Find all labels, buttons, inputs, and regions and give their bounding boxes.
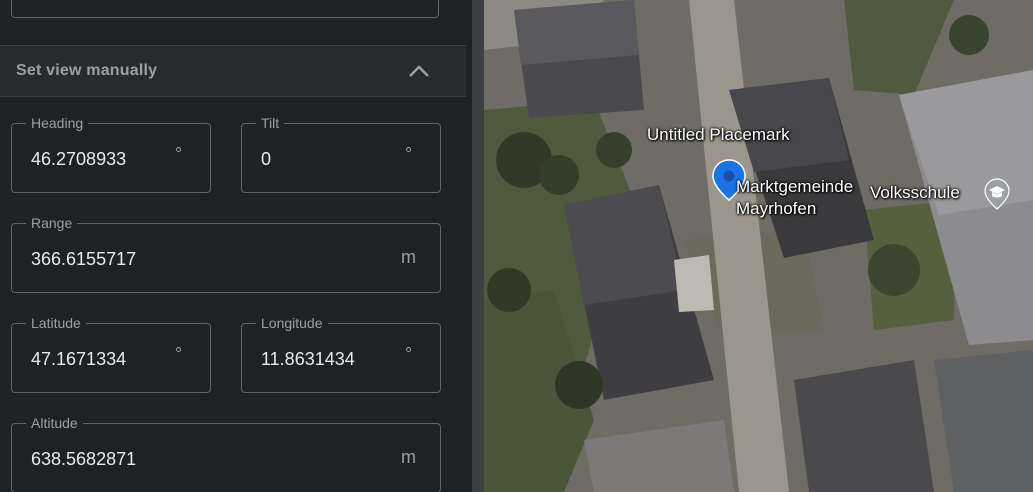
place-label-line2: Mayrhofen xyxy=(736,199,817,218)
longitude-label: Longitude xyxy=(256,315,328,331)
placemark-label[interactable]: Untitled Placemark xyxy=(647,124,790,146)
latitude-input[interactable] xyxy=(31,348,181,370)
previous-field[interactable] xyxy=(11,0,439,18)
collapse-button[interactable] xyxy=(402,56,436,86)
section-title: Set view manually xyxy=(16,62,158,79)
range-input[interactable] xyxy=(31,248,181,270)
longitude-field[interactable]: Longitude ° xyxy=(241,315,441,393)
panel-resize-handle[interactable] xyxy=(472,0,484,492)
tilt-input[interactable] xyxy=(261,148,411,170)
view-settings-panel: Set view manually Heading ° Tilt ° Range… xyxy=(0,0,466,492)
range-field[interactable]: Range m xyxy=(11,215,441,293)
altitude-unit: m xyxy=(401,447,416,467)
heading-field[interactable]: Heading ° xyxy=(11,115,211,193)
tilt-field[interactable]: Tilt ° xyxy=(241,115,441,193)
chevron-up-icon xyxy=(409,65,429,77)
heading-input[interactable] xyxy=(31,148,181,170)
tilt-label: Tilt xyxy=(256,115,285,131)
satellite-map[interactable]: Untitled Placemark Marktgemeinde Mayrhof… xyxy=(484,0,1033,492)
longitude-input[interactable] xyxy=(261,348,411,370)
latitude-unit: ° xyxy=(175,344,183,364)
place-label-line1: Marktgemeinde xyxy=(736,177,854,196)
school-icon[interactable] xyxy=(984,178,1010,210)
altitude-field[interactable]: Altitude m xyxy=(11,415,441,492)
satellite-imagery xyxy=(484,0,1033,492)
longitude-unit: ° xyxy=(405,344,413,364)
tilt-unit: ° xyxy=(405,144,413,164)
range-label: Range xyxy=(26,215,78,231)
heading-label: Heading xyxy=(26,115,89,131)
latitude-field[interactable]: Latitude ° xyxy=(11,315,211,393)
heading-unit: ° xyxy=(175,144,183,164)
altitude-input[interactable] xyxy=(31,448,181,470)
section-header[interactable]: Set view manually xyxy=(0,45,466,97)
altitude-label: Altitude xyxy=(26,415,83,431)
latitude-label: Latitude xyxy=(26,315,86,331)
school-label[interactable]: Volksschule xyxy=(870,182,960,204)
range-unit: m xyxy=(401,247,416,267)
